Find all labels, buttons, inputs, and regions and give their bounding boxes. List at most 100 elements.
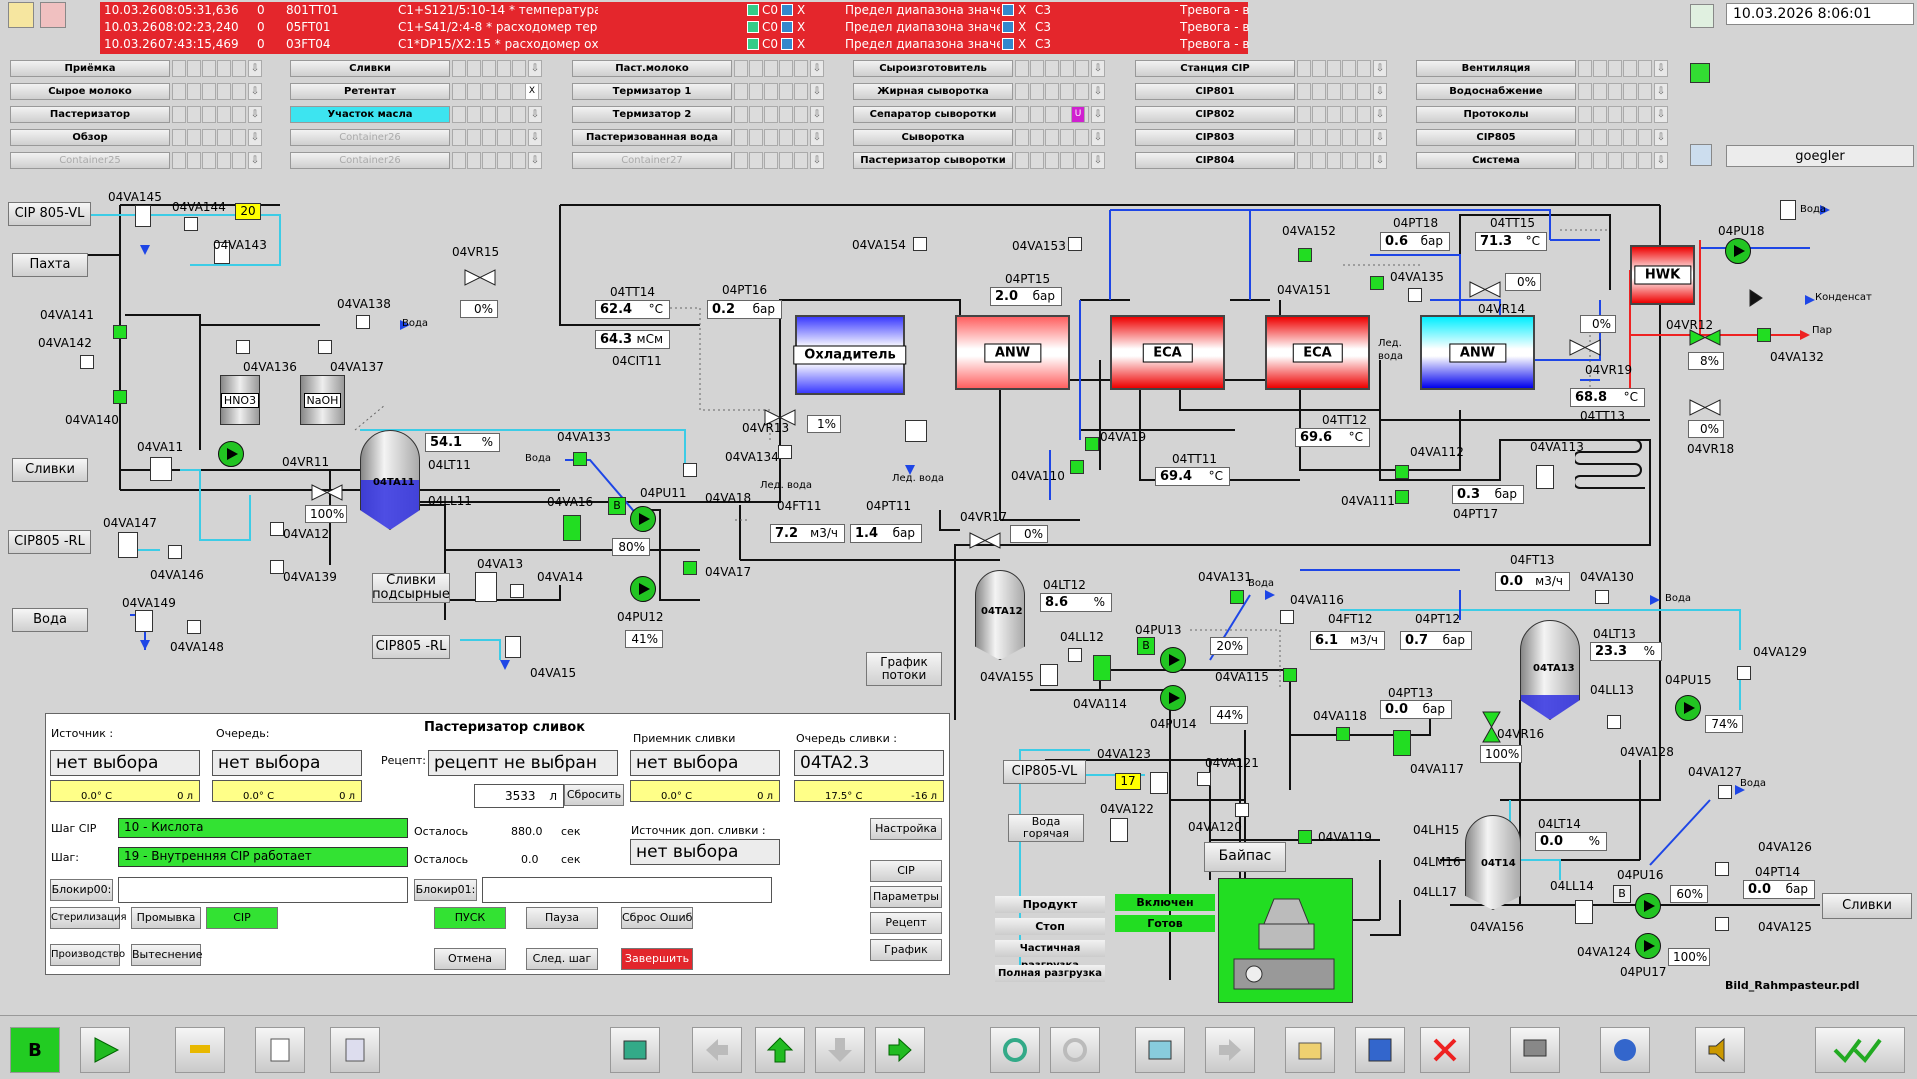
valve-04va148[interactable] [187, 620, 201, 634]
slivki-podsyr-button[interactable]: Сливки подсырные [372, 573, 450, 603]
valve-04va18[interactable] [683, 463, 697, 477]
block01-button[interactable]: Блокир01: [414, 879, 477, 901]
volume-input[interactable]: 3533 л [474, 784, 564, 808]
arrow-left-icon[interactable] [692, 1027, 742, 1073]
pause-button[interactable]: Пауза [526, 907, 598, 929]
document-icon[interactable] [255, 1027, 305, 1073]
recipe-button[interactable]: Рецепт [870, 912, 942, 934]
valve-04va146[interactable] [168, 545, 182, 559]
pump-04pu14[interactable] [1160, 685, 1186, 711]
heat-exchanger-anw2[interactable]: ANW [1420, 315, 1535, 390]
heat-exchanger-eca2[interactable]: ECA [1265, 315, 1370, 390]
forward-icon[interactable] [1205, 1027, 1255, 1073]
source-field[interactable]: нет выбора [50, 750, 200, 776]
valve-04va144[interactable] [184, 217, 198, 231]
block00-field[interactable] [118, 877, 408, 903]
queue-field[interactable]: нет выбора [212, 750, 362, 776]
valve-04va13[interactable] [475, 572, 497, 602]
valve-04va131[interactable] [1230, 590, 1244, 604]
production-button[interactable]: Производство [50, 944, 125, 966]
cip805-vl-button[interactable]: CIP 805-VL [8, 202, 91, 226]
graph-flow-button[interactable]: График потоки [866, 652, 942, 686]
arrow-up-icon[interactable] [755, 1027, 805, 1073]
info-icon[interactable] [1600, 1027, 1650, 1073]
valve-04va137[interactable] [318, 340, 332, 354]
reset-error-button[interactable]: Сброс Ошиб [621, 907, 693, 929]
slivki-out-button[interactable]: Сливки [1822, 893, 1912, 919]
valve-04va17[interactable] [683, 561, 697, 575]
finish-button[interactable]: Завершить [621, 948, 693, 970]
valve-04va111[interactable] [1395, 490, 1409, 504]
rinse-button[interactable]: Промывка [131, 907, 201, 929]
voda-button[interactable]: Вода [12, 608, 88, 632]
refresh-icon[interactable] [990, 1027, 1040, 1073]
block01-field[interactable] [482, 877, 772, 903]
acknowledge-all-icon[interactable] [1815, 1027, 1905, 1073]
pump-04pu18[interactable] [1725, 238, 1751, 264]
pump-04pu17[interactable] [1635, 933, 1661, 959]
valve-04va134[interactable] [778, 445, 792, 459]
bypass-button[interactable]: Байпас [1204, 842, 1286, 872]
valve-04va126[interactable] [1715, 862, 1729, 876]
valve-04ll12[interactable] [1068, 648, 1082, 662]
valve-04va124[interactable] [1575, 900, 1593, 924]
params-button[interactable]: Параметры [870, 886, 942, 908]
pump[interactable] [218, 441, 244, 467]
b-button[interactable]: B [10, 1027, 60, 1073]
valve-04va113[interactable] [1536, 465, 1554, 489]
arrow-right-icon[interactable] [875, 1027, 925, 1073]
tank-04ta12[interactable]: 04TA12 [975, 570, 1025, 660]
valve-04va139[interactable] [270, 560, 284, 574]
tank-04t14[interactable]: 04T14 [1465, 815, 1521, 910]
pump-04pu12[interactable] [630, 576, 656, 602]
reset-button[interactable]: Сбросить [564, 784, 624, 806]
valve-04va12[interactable] [270, 522, 284, 536]
save-icon[interactable] [1355, 1027, 1405, 1073]
pump-04pu11[interactable] [630, 506, 656, 532]
valve-ice-water[interactable] [905, 420, 927, 442]
valve-04va127[interactable] [1718, 785, 1732, 799]
valve-04va135[interactable] [1408, 288, 1422, 302]
valve-04va141[interactable] [113, 325, 127, 339]
valve-04va119[interactable] [1298, 830, 1312, 844]
cip805-rl-button[interactable]: CIP805 -RL [8, 530, 91, 554]
valve-04va142[interactable] [80, 355, 94, 369]
add-source-field[interactable]: нет выбора [630, 839, 780, 865]
valve-04va151[interactable] [1370, 276, 1384, 290]
cip-button[interactable]: CIP [206, 907, 278, 929]
valve-04va117[interactable] [1393, 730, 1411, 756]
cip805-rl2-button[interactable]: CIP805 -RL [372, 635, 450, 659]
cip-panel-button[interactable]: CIP [870, 860, 942, 882]
valve-04va152[interactable] [1298, 248, 1312, 262]
pump-04pu13[interactable] [1160, 647, 1186, 673]
valve-water-top[interactable] [1780, 200, 1796, 220]
valve-04va154[interactable] [913, 237, 927, 251]
tank-04ta13[interactable]: 04TA13 [1520, 620, 1580, 720]
print-list-icon[interactable] [330, 1027, 380, 1073]
heat-exchanger-eca1[interactable]: ECA [1110, 315, 1225, 390]
valve-04va112[interactable] [1395, 465, 1409, 479]
valve-04va115[interactable] [1283, 668, 1297, 682]
valve-04va110[interactable] [1070, 460, 1084, 474]
heat-exchanger-anw1[interactable]: ANW [955, 315, 1070, 390]
valve-04va16[interactable] [563, 515, 581, 541]
recipe-field[interactable]: рецепт не выбран [428, 750, 618, 776]
pump-04pu16[interactable] [1635, 893, 1661, 919]
graph-button[interactable]: График [870, 939, 942, 961]
hot-water-button[interactable]: Вода горячая [1008, 814, 1084, 842]
valve-04va125[interactable] [1715, 917, 1729, 931]
valve-04va14[interactable] [510, 584, 524, 598]
valve-04va129[interactable] [1737, 666, 1751, 680]
valve-04va19[interactable] [1085, 437, 1099, 451]
redo-icon[interactable] [1050, 1027, 1100, 1073]
tank-naoh[interactable]: NaOH [300, 375, 345, 425]
monitor-icon[interactable] [1510, 1027, 1560, 1073]
valve-04va123[interactable] [1150, 772, 1168, 794]
start-button[interactable]: ПУСК [434, 907, 506, 929]
arrow-down-icon[interactable] [815, 1027, 865, 1073]
screen-next-icon[interactable] [1135, 1027, 1185, 1073]
valve-04va11[interactable] [150, 457, 172, 481]
valve-04va140[interactable] [113, 390, 127, 404]
valve-04va147[interactable] [118, 532, 138, 558]
valve-04va136[interactable] [236, 340, 250, 354]
